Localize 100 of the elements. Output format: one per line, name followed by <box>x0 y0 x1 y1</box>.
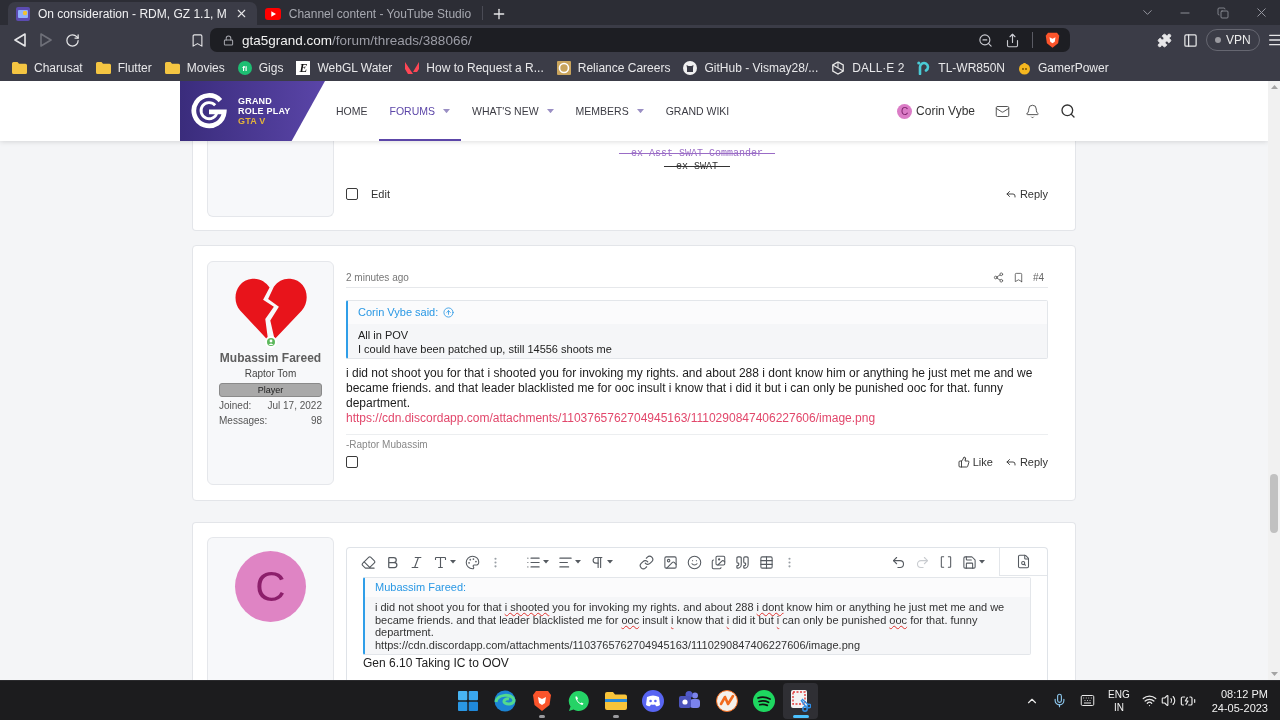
select-checkbox[interactable] <box>346 456 358 468</box>
edit-link[interactable]: Edit <box>371 188 390 200</box>
four-squares-icon <box>457 690 478 711</box>
browser-tab[interactable]: Channel content - YouTube Studio <box>256 2 481 25</box>
lock-icon <box>223 34 234 46</box>
select-checkbox[interactable] <box>346 188 358 200</box>
stat-value: 98 <box>310 415 322 427</box>
reply-link[interactable]: Reply <box>1004 188 1048 200</box>
bookmark-link[interactable]: How to Request a R... <box>405 61 544 75</box>
caret-icon <box>636 108 644 114</box>
like-link[interactable]: Like <box>957 456 993 468</box>
search-icon[interactable] <box>1060 103 1076 119</box>
save-draft-button[interactable] <box>962 554 985 570</box>
wifi-icon[interactable] <box>1141 693 1157 708</box>
bookmark-link[interactable]: fi Gigs <box>237 61 284 75</box>
reply-link[interactable]: Reply <box>1004 456 1048 468</box>
bookmark-icon[interactable] <box>1012 272 1024 283</box>
microphone-icon[interactable] <box>1052 693 1068 708</box>
browser-tab[interactable]: On consideration - RDM, GZ 1.1, M <box>8 2 257 25</box>
bookmark-icon[interactable] <box>189 32 205 48</box>
bold-icon[interactable] <box>385 554 400 570</box>
quote-text: I could have been patched up, still 14556 shoots me <box>358 342 613 356</box>
bookmark-link[interactable]: GitHub - Vismay28/... <box>683 61 819 75</box>
quote-text: i did not shoot you for that i shooted you for invoking my rights. and about 288 i dont know him or anything he just met me and we became friends. and that leader blacklisted me for ooc insult i know that i did it but i can only be punished ooc for that. funny department. <box>375 601 1006 639</box>
phone-bubble-icon <box>567 689 590 712</box>
shield-logo-icon <box>531 689 552 712</box>
smile-icon[interactable] <box>687 554 702 570</box>
bookmark-link[interactable]: Reliance Careers <box>556 61 671 75</box>
share-icon[interactable] <box>992 272 1004 283</box>
hexagon-knot-icon <box>831 61 846 75</box>
author-title: Raptor Tom <box>244 368 297 379</box>
zoom-out-icon[interactable] <box>978 32 993 48</box>
keyboard-icon[interactable] <box>1080 693 1096 708</box>
eraser-icon[interactable] <box>361 554 376 570</box>
table-icon[interactable] <box>759 554 774 570</box>
user-name[interactable]: Corin Vybe <box>916 104 975 118</box>
speaker-icon[interactable] <box>1160 693 1176 708</box>
nav-tab[interactable]: GRAND WIKI <box>654 81 741 141</box>
user-avatar[interactable]: C <box>897 103 913 119</box>
nav-tab[interactable]: HOME <box>325 81 379 141</box>
gallery-icon[interactable] <box>711 554 726 570</box>
save-icon <box>962 554 977 570</box>
text-size-button[interactable] <box>433 554 456 570</box>
signature-text: -Raptor Mubassim <box>346 439 428 451</box>
logo-text: GRAND ROLE PLAY GTA V <box>238 96 291 126</box>
clock[interactable]: 08:12 PM 24-05-2023 <box>1211 686 1268 715</box>
restore-icon[interactable] <box>1217 6 1229 19</box>
bookmark-link[interactable]: Charusat <box>12 61 83 75</box>
attachment-link[interactable]: https://cdn.discordapp.com/attachments/1103765762704945163/1110290847406227606/image.png <box>346 411 876 426</box>
palette-icon[interactable] <box>465 554 480 570</box>
logo-panel[interactable]: GRAND ROLE PLAY GTA V <box>180 81 325 141</box>
nav-tab[interactable]: WHAT'S NEW <box>461 81 565 141</box>
bell-icon[interactable] <box>1025 103 1040 119</box>
wave-logo-icon <box>493 689 516 712</box>
bookmark-link[interactable]: E WebGL Water <box>296 61 393 75</box>
people-logo-icon <box>678 690 701 711</box>
cat-silhouette-icon <box>683 61 698 75</box>
quote-author: Mubassim Fareed: <box>375 581 467 594</box>
scrollbar[interactable] <box>1268 81 1280 680</box>
mail-icon[interactable] <box>995 103 1010 119</box>
bookmark-link[interactable]: Flutter <box>95 61 152 75</box>
quote-icon[interactable] <box>735 554 750 570</box>
bookmark-link[interactable]: Movies <box>164 61 225 75</box>
post-time[interactable]: 2 minutes ago <box>346 271 409 284</box>
scrollbar-thumb[interactable] <box>1270 474 1278 533</box>
nav-tab[interactable]: MEMBERS <box>564 81 655 141</box>
user-avatar: C <box>235 551 306 622</box>
bookmark-link[interactable]: DALL·E 2 <box>831 61 905 75</box>
list-button[interactable] <box>526 554 549 570</box>
address-field[interactable]: gta5grand.com/forum/threads/388066/ <box>210 28 1070 52</box>
sound-waves-logo-icon <box>752 689 775 712</box>
back-icon[interactable] <box>14 33 26 47</box>
quote-link-text: https://cdn.discordapp.com/attachments/1103765762704945163/1110290847406227606/image.png <box>375 638 861 651</box>
post-number-link[interactable]: #4 <box>1032 272 1044 283</box>
taskbar-button[interactable] <box>783 682 818 719</box>
post-text: i did not shoot you for that i shooted you for invoking my rights. and about 288 i dont know him or anything he just met me and we became friends. and that leader blacklisted me for ooc insult i know that i did it but i can only be punished ooc for that. funny department. <box>346 366 1034 411</box>
brackets-icon[interactable] <box>939 555 953 569</box>
undo-icon[interactable] <box>891 554 906 570</box>
bookmark-link[interactable]: GamerPower <box>1018 61 1109 75</box>
v-shape-logo-icon <box>405 62 420 74</box>
shield-logo-icon[interactable] <box>1045 31 1060 49</box>
image-icon[interactable] <box>663 554 678 570</box>
align-button[interactable] <box>558 554 581 570</box>
sidebar-icon[interactable] <box>1182 32 1198 48</box>
preview-button[interactable] <box>999 548 1047 576</box>
menu-icon[interactable] <box>1266 32 1280 48</box>
ring-logo-icon <box>190 92 228 130</box>
share-icon[interactable] <box>1005 32 1020 48</box>
language-indicator[interactable]: ENG IN <box>1108 687 1130 714</box>
reload-icon[interactable] <box>64 32 80 48</box>
text-size-icon <box>433 554 448 570</box>
bookmark-link[interactable]: TL-WR850N <box>917 61 1005 75</box>
caret-icon <box>607 560 613 564</box>
author-name[interactable]: Mubassim Fareed <box>219 351 322 365</box>
italic-icon[interactable] <box>409 554 424 570</box>
paragraph-icon <box>590 554 605 570</box>
signature-text: --ex Asst SWAT Commander-- <box>619 147 775 160</box>
paragraph-button[interactable] <box>590 554 613 570</box>
link-icon[interactable] <box>639 554 654 570</box>
puzzle-icon[interactable] <box>1156 32 1172 48</box>
